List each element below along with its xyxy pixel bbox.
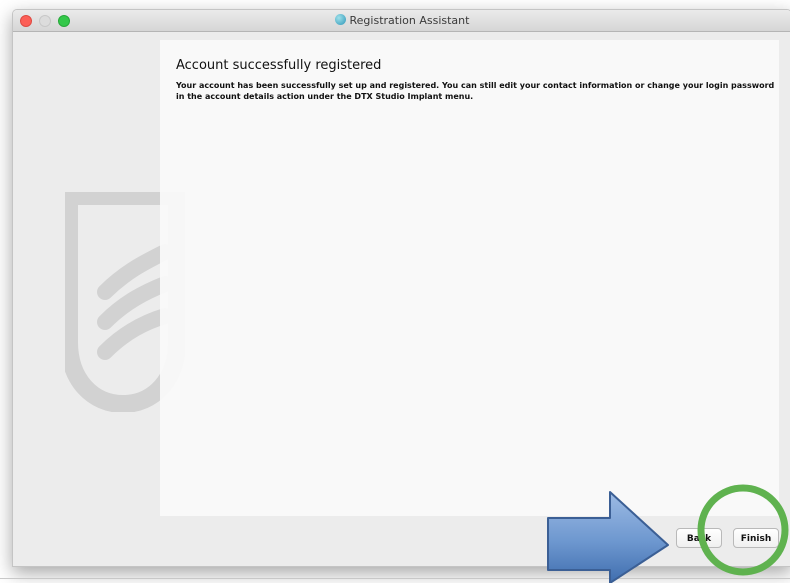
confirmation-message: Your account has been successfully set u… <box>176 81 775 101</box>
title-bar: Registration Assistant <box>13 10 790 32</box>
registration-assistant-window: Registration Assistant Account successfu… <box>12 9 790 567</box>
window-title: Registration Assistant <box>349 14 470 27</box>
desktop-divider <box>0 578 790 579</box>
page-title: Account successfully registered <box>176 58 382 73</box>
window-title-area: Registration Assistant <box>13 10 790 31</box>
back-button[interactable]: Back <box>676 528 722 548</box>
app-icon <box>334 14 346 25</box>
finish-button[interactable]: Finish <box>733 528 779 548</box>
content-panel: Account successfully registered Your acc… <box>160 40 779 516</box>
